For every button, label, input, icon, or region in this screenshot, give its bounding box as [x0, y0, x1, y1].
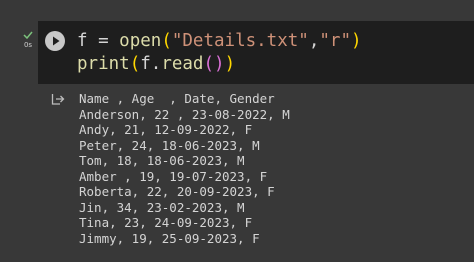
- code-token: (: [129, 54, 141, 74]
- code-token: ): [214, 54, 225, 74]
- notebook-page: 0s f = open("Details.txt","r") print(f.re…: [0, 0, 474, 262]
- check-icon: [23, 31, 33, 39]
- output-line: Name , Age , Date, Gender: [79, 91, 275, 106]
- code-token: open: [119, 31, 162, 51]
- code-token: f =: [77, 31, 120, 51]
- code-line: print(f.read()): [77, 53, 362, 76]
- code-token: ,: [308, 31, 320, 51]
- output-line: Jimmy, 19, 25-09-2023, F: [79, 230, 260, 246]
- code-editor[interactable]: f = open("Details.txt","r") print(f.read(…: [77, 30, 362, 76]
- code-token: f.: [140, 54, 162, 74]
- output-line: Andy, 21, 12-09-2022, F: [79, 122, 253, 137]
- code-token: print: [77, 54, 130, 74]
- code-token: "r": [319, 31, 351, 51]
- output-redirect-icon[interactable]: [51, 93, 65, 105]
- output-line: Jin, 34, 23-02-2023, M: [79, 199, 245, 215]
- output-line: Amber , 19, 19-07-2023, F: [79, 168, 268, 184]
- code-token: (: [161, 31, 172, 51]
- code-line: f = open("Details.txt","r"): [77, 30, 362, 53]
- output-line: Tom, 18, 18-06-2023, M: [79, 153, 245, 168]
- output-line: Peter, 24, 18-06-2023, M: [79, 137, 260, 153]
- execution-time: 0s: [23, 41, 33, 49]
- code-token: "Details.txt": [171, 31, 309, 51]
- run-cell-button[interactable]: [45, 31, 65, 51]
- execution-status: 0s: [20, 31, 36, 49]
- code-token: ): [350, 31, 362, 51]
- output-line: Roberta, 22, 20-09-2023, F: [79, 184, 275, 199]
- code-token: (: [203, 54, 215, 74]
- output-line: Tina, 23, 24-09-2023, F: [79, 215, 253, 230]
- output-text: Name , Age , Date, Gender Anderson, 22 , …: [79, 91, 290, 246]
- code-token: ): [224, 54, 236, 74]
- output-line: Anderson, 22 , 23-08-2022, M: [79, 106, 290, 122]
- code-token: read: [161, 54, 204, 74]
- play-circle-icon: [53, 36, 60, 46]
